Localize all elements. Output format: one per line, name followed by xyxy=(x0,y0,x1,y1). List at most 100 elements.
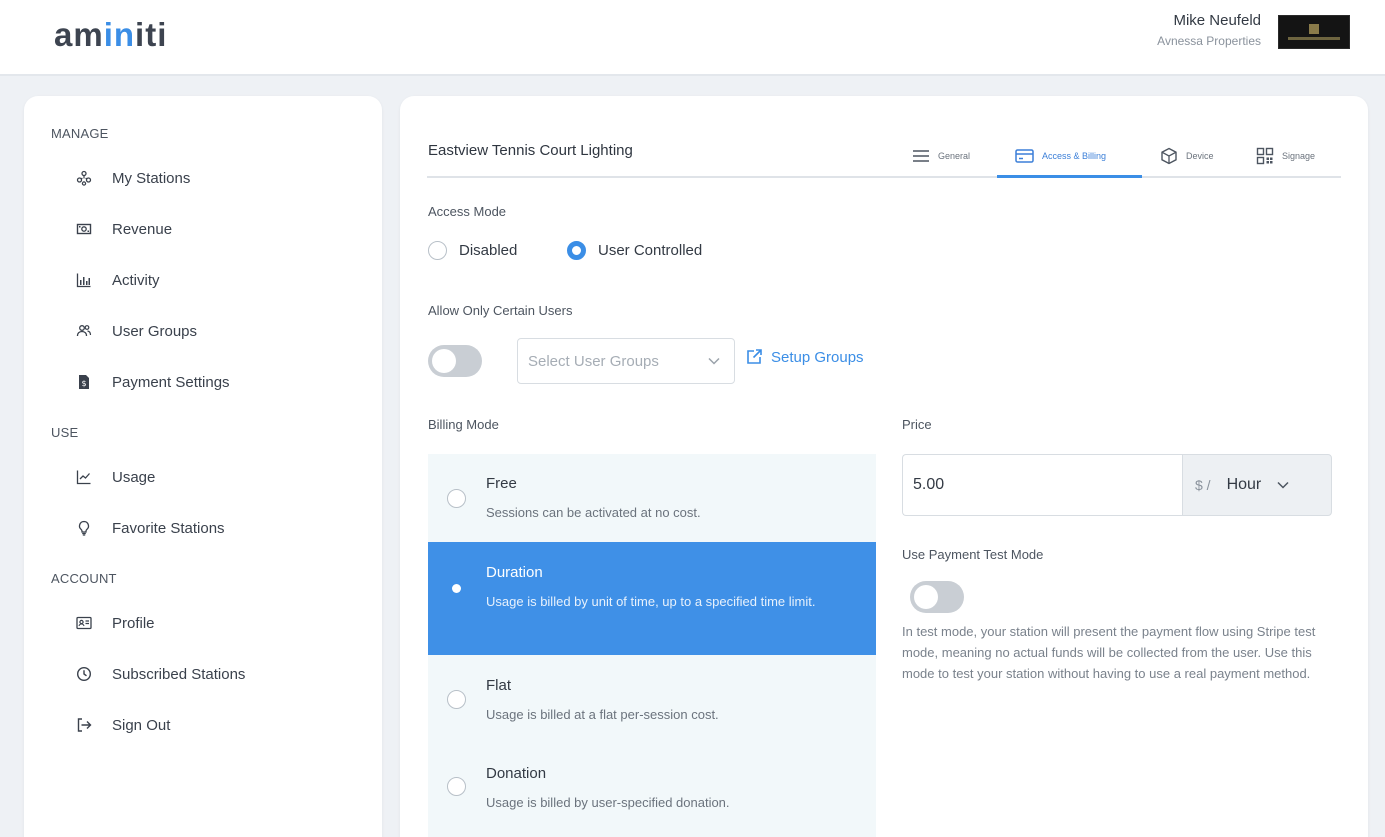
billing-option-donation[interactable]: Donation Usage is billed by user-specifi… xyxy=(428,744,876,837)
logo-prefix: am xyxy=(54,16,104,53)
cash-icon xyxy=(76,221,92,237)
user-info[interactable]: Mike Neufeld Avnessa Properties xyxy=(1157,12,1261,48)
bar-chart-icon xyxy=(76,272,92,288)
currency-label: $ / xyxy=(1195,477,1211,493)
price-label: Price xyxy=(902,417,932,432)
tab-general[interactable]: General xyxy=(910,136,972,176)
allow-users-toggle[interactable] xyxy=(428,345,482,377)
test-mode-description: In test mode, your station will present … xyxy=(902,624,1316,681)
tab-label: Signage xyxy=(1282,151,1316,161)
section-account: ACCOUNT xyxy=(51,571,117,586)
line-chart-icon xyxy=(76,469,92,485)
price-input[interactable]: 5.00 xyxy=(902,454,1182,516)
external-link-icon xyxy=(747,349,762,364)
crest-icon xyxy=(1309,24,1319,34)
logo-suffix: iti xyxy=(135,16,168,53)
sidebar-item-user-groups[interactable]: User Groups xyxy=(76,317,197,345)
sidebar-item-my-stations[interactable]: My Stations xyxy=(76,164,190,192)
radio-circle xyxy=(447,777,466,796)
stations-icon xyxy=(76,170,92,186)
setup-groups-link[interactable]: Setup Groups xyxy=(745,348,864,366)
chevron-down-icon xyxy=(708,357,720,365)
billing-option-desc: Usage is billed by unit of time, up to a… xyxy=(486,594,816,609)
billing-option-duration[interactable]: Duration Usage is billed by unit of time… xyxy=(428,542,876,655)
billing-option-title: Duration xyxy=(486,564,543,581)
billing-option-free[interactable]: Free Sessions can be activated at no cos… xyxy=(428,454,876,542)
test-mode-toggle[interactable] xyxy=(910,581,964,613)
user-company: Avnessa Properties xyxy=(1157,34,1261,48)
radio-circle-checked xyxy=(447,579,466,598)
company-avatar[interactable] xyxy=(1278,15,1350,49)
sidebar-item-label: Subscribed Stations xyxy=(112,665,246,683)
billing-mode-label: Billing Mode xyxy=(428,417,499,432)
select-placeholder: Select User Groups xyxy=(528,352,659,370)
tabs-divider xyxy=(427,176,1341,178)
sidebar-item-label: User Groups xyxy=(112,322,198,340)
user-groups-select[interactable]: Select User Groups xyxy=(517,338,735,384)
sidebar-item-label: Activity xyxy=(112,271,160,289)
billing-mode-list: Free Sessions can be activated at no cos… xyxy=(428,454,876,837)
tab-label: Device xyxy=(1186,151,1214,161)
app-logo[interactable]: aminiti xyxy=(54,16,167,54)
sidebar-item-usage[interactable]: Usage xyxy=(76,463,155,491)
id-card-icon xyxy=(76,615,92,631)
allow-users-label: Allow Only Certain Users xyxy=(428,303,573,318)
setup-groups-label: Setup Groups xyxy=(771,348,864,366)
lightbulb-icon xyxy=(76,520,92,536)
radio-circle xyxy=(447,489,466,508)
sidebar-item-label: Revenue xyxy=(112,220,173,238)
radio-label: Disabled xyxy=(459,242,518,259)
qr-code-icon xyxy=(1256,147,1274,165)
price-unit-select[interactable]: $ / Hour xyxy=(1182,454,1332,516)
radio-circle xyxy=(447,690,466,709)
radio-circle-checked xyxy=(567,241,586,260)
chevron-down-icon xyxy=(1277,481,1289,489)
sidebar-item-label: Payment Settings xyxy=(112,373,230,391)
users-icon xyxy=(76,323,92,339)
sidebar-item-favorite-stations[interactable]: Favorite Stations xyxy=(76,514,225,542)
sidebar-item-activity[interactable]: Activity xyxy=(76,266,160,294)
radio-circle xyxy=(428,241,447,260)
logo-accent: in xyxy=(103,16,136,53)
svg-text:$: $ xyxy=(81,379,86,388)
avatar-wordmark xyxy=(1288,37,1340,40)
sidebar-item-label: Usage xyxy=(112,468,156,486)
tab-signage[interactable]: Signage xyxy=(1254,136,1317,176)
sidebar-item-profile[interactable]: Profile xyxy=(76,609,155,637)
sidebar-item-subscribed-stations[interactable]: Subscribed Stations xyxy=(76,660,245,688)
access-disabled-radio[interactable]: Disabled xyxy=(428,241,517,260)
billing-option-title: Flat xyxy=(486,677,512,694)
tab-label: Access & Billing xyxy=(1042,151,1107,161)
section-manage: MANAGE xyxy=(51,126,109,141)
credit-card-icon xyxy=(1015,149,1034,163)
access-mode-label: Access Mode xyxy=(428,204,507,219)
billing-option-flat[interactable]: Flat Usage is billed at a flat per-sessi… xyxy=(428,655,876,744)
sidebar-item-label: Favorite Stations xyxy=(112,519,225,537)
toggle-knob xyxy=(914,585,938,609)
document-dollar-icon: $ xyxy=(76,374,92,390)
section-use: USE xyxy=(51,425,79,440)
sidebar-item-sign-out[interactable]: Sign Out xyxy=(76,711,170,739)
tab-access-billing[interactable]: Access & Billing xyxy=(1013,136,1108,176)
active-tab-indicator xyxy=(997,175,1142,178)
tab-label: General xyxy=(938,151,971,161)
cube-icon xyxy=(1161,147,1177,165)
billing-option-title: Free xyxy=(486,475,517,492)
sidebar-item-label: My Stations xyxy=(112,169,191,187)
top-bar: aminiti Mike Neufeld Avnessa Properties xyxy=(0,0,1385,76)
radio-label: User Controlled xyxy=(598,242,703,259)
user-name: Mike Neufeld xyxy=(1173,12,1261,29)
access-user-controlled-radio[interactable]: User Controlled xyxy=(567,241,702,260)
toggle-knob xyxy=(432,349,456,373)
billing-option-desc: Sessions can be activated at no cost. xyxy=(486,505,701,520)
price-value: 5.00 xyxy=(913,476,945,493)
station-settings-panel: Eastview Tennis Court Lighting General A… xyxy=(400,96,1368,837)
sidebar-item-revenue[interactable]: Revenue xyxy=(76,215,172,243)
list-icon xyxy=(913,150,929,162)
billing-option-desc: Usage is billed at a flat per-session co… xyxy=(486,707,719,722)
sidebar: MANAGE My Stations Revenue Activity User… xyxy=(24,96,382,837)
test-mode-label: Use Payment Test Mode xyxy=(902,547,1044,562)
sidebar-item-label: Sign Out xyxy=(112,716,171,734)
tab-device[interactable]: Device xyxy=(1158,136,1216,176)
sidebar-item-payment-settings[interactable]: $ Payment Settings xyxy=(76,368,230,396)
